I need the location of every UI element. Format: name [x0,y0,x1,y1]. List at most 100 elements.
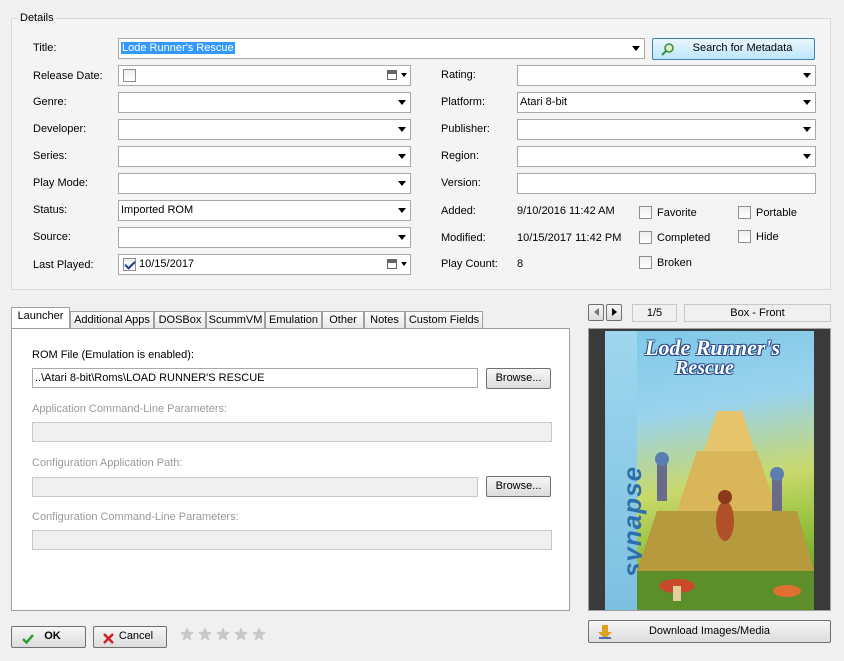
download-media-label: Download Images/Media [648,625,771,637]
version-input[interactable] [517,173,816,194]
chevron-down-icon[interactable] [803,100,811,105]
app-params-label: Application Command-Line Parameters: [32,403,228,415]
region-label: Region: [441,150,479,162]
image-type-label: Box - Front [684,304,831,322]
calendar-icon[interactable] [387,70,397,80]
download-media-button[interactable]: Download Images/Media [588,620,831,643]
last-played-value: 10/15/2017 [139,258,195,270]
search-metadata-label: Search for Metadata [692,42,793,54]
status-value: Imported ROM [121,204,194,216]
checkmark-icon [22,632,34,645]
publisher-label: Publisher: [441,123,490,135]
config-browse-button[interactable]: Browse... [486,476,551,497]
series-label: Series: [33,150,68,162]
next-image-button[interactable] [606,304,622,321]
cancel-button[interactable]: Cancel [93,626,167,648]
status-label: Status: [33,204,68,216]
config-path-label: Configuration Application Path: [32,457,183,469]
tab-launcher[interactable]: Launcher [11,307,70,328]
favorite-label: Favorite [657,207,697,219]
star-icon[interactable]: ★ [233,626,249,643]
tab-emulation[interactable]: Emulation [265,311,322,329]
rom-file-input[interactable]: ..\Atari 8-bit\Roms\LOAD RUNNER'S RESCUE [32,368,478,388]
version-label: Version: [441,177,481,189]
publisher-combo[interactable] [517,119,816,140]
completed-checkbox[interactable] [639,231,652,244]
platform-label: Platform: [441,96,486,108]
modified-value: 10/15/2017 11:42 PM [517,232,622,244]
release-date-picker[interactable] [118,65,411,86]
genre-label: Genre: [33,96,67,108]
chevron-down-icon[interactable] [398,235,406,240]
chevron-down-icon[interactable] [803,154,811,159]
chevron-down-icon[interactable] [398,127,406,132]
star-icon[interactable]: ★ [179,626,195,643]
rom-browse-button[interactable]: Browse... [486,368,551,389]
play-count-value: 8 [517,258,524,270]
play-mode-combo[interactable] [118,173,411,194]
developer-combo[interactable] [118,119,411,140]
star-icon[interactable]: ★ [197,626,213,643]
chevron-down-icon[interactable] [398,100,406,105]
star-icon[interactable]: ★ [215,626,231,643]
favorite-checkbox[interactable] [639,206,652,219]
config-params-input[interactable] [32,530,552,550]
tab-notes[interactable]: Notes [364,311,405,329]
last-played-label: Last Played: [33,259,94,271]
title-combo[interactable]: Lode Runner's Rescue [118,38,645,59]
added-label: Added: [441,205,476,217]
details-legend: Details [18,12,56,25]
last-played-picker[interactable]: 10/15/2017 [118,254,411,275]
chevron-down-icon[interactable] [401,262,407,266]
portable-label: Portable [756,207,797,219]
cover-title-line2: Rescue [675,357,734,379]
cover-artwork [637,411,814,610]
tab-additional-apps[interactable]: Additional Apps [70,311,154,329]
tab-custom-fields[interactable]: Custom Fields [405,311,483,329]
added-value: 9/10/2016 11:42 AM [517,205,615,217]
prev-image-button[interactable] [588,304,604,321]
config-path-input[interactable] [32,477,478,497]
series-combo[interactable] [118,146,411,167]
rom-file-label: ROM File (Emulation is enabled): [32,349,195,361]
platform-combo[interactable]: Atari 8-bit [517,92,816,113]
release-date-checkbox[interactable] [123,69,136,82]
chevron-down-icon[interactable] [401,73,407,77]
chevron-down-icon[interactable] [398,208,406,213]
region-combo[interactable] [517,146,816,167]
rating-combo[interactable] [517,65,816,86]
chevron-down-icon[interactable] [632,46,640,51]
hide-checkbox[interactable] [738,230,751,243]
last-played-checkbox[interactable] [123,258,136,271]
broken-checkbox[interactable] [639,256,652,269]
status-combo[interactable]: Imported ROM [118,200,411,221]
developer-label: Developer: [33,123,87,135]
image-counter: 1/5 [632,304,677,322]
tab-scummvm[interactable]: ScummVM [206,311,265,329]
tab-other[interactable]: Other [322,311,364,329]
chevron-down-icon[interactable] [803,73,811,78]
ok-label: OK [44,630,61,642]
app-params-input[interactable] [32,422,552,442]
cancel-label: Cancel [118,630,154,642]
chevron-down-icon[interactable] [398,154,406,159]
modified-label: Modified: [441,232,486,244]
close-icon [103,632,114,644]
box-front-image: synapse Lode Runner's Rescue [605,331,814,610]
search-icon [661,42,675,56]
search-metadata-button[interactable]: Search for Metadata [652,38,815,60]
ok-button[interactable]: OK [11,626,86,648]
source-label: Source: [33,231,71,243]
completed-label: Completed [657,232,711,244]
download-icon [597,624,613,640]
portable-checkbox[interactable] [738,206,751,219]
genre-combo[interactable] [118,92,411,113]
chevron-down-icon[interactable] [398,181,406,186]
source-combo[interactable] [118,227,411,248]
chevron-down-icon[interactable] [803,127,811,132]
rating-label: Rating: [441,69,476,81]
star-icon[interactable]: ★ [251,626,267,643]
tab-dosbox[interactable]: DOSBox [154,311,206,329]
title-label: Title: [33,42,57,54]
calendar-icon[interactable] [387,259,397,269]
